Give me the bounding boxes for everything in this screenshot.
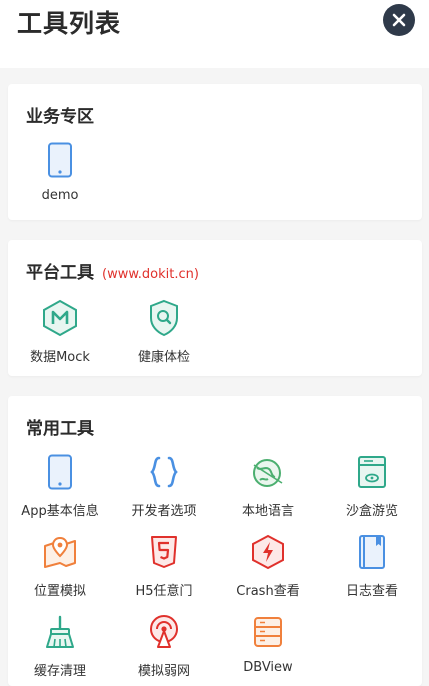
database-icon — [250, 614, 286, 650]
tool-label: Crash查看 — [236, 584, 300, 599]
section-title: 平台工具 (www.dokit.cn) — [26, 258, 199, 283]
tool-label: 日志查看 — [345, 584, 398, 599]
tool-label: 数据Mock — [30, 350, 90, 365]
tool-log-view[interactable]: 日志查看 — [320, 534, 424, 604]
tool-health-check[interactable]: 健康体检 — [112, 299, 216, 370]
crash-icon — [250, 534, 286, 570]
section-common: 常用工具 App基本信息 开发者选项 本地语言 沙盒游览 位置模拟 H5任意门 … — [8, 396, 422, 686]
section-business: 业务专区 demo — [8, 84, 422, 220]
phone-icon — [42, 454, 78, 490]
html5-icon — [146, 534, 182, 570]
tool-location-mock[interactable]: 位置模拟 — [8, 534, 112, 604]
tool-label: 位置模拟 — [33, 584, 86, 599]
section-title-text: 平台工具 — [26, 263, 94, 283]
tool-label: H5任意门 — [135, 584, 193, 599]
health-shield-icon — [146, 299, 182, 337]
tool-demo[interactable]: demo — [8, 142, 112, 212]
tool-local-language[interactable]: 本地语言 — [216, 454, 320, 524]
tool-label: demo — [41, 188, 79, 203]
weak-network-icon — [146, 614, 182, 650]
tool-db-view[interactable]: DBView — [216, 614, 320, 684]
tool-crash-view[interactable]: Crash查看 — [216, 534, 320, 604]
tool-label: App基本信息 — [21, 504, 99, 519]
section-platform: 平台工具 (www.dokit.cn) 数据Mock 健康体检 — [8, 240, 422, 376]
dokit-link[interactable]: (www.dokit.cn) — [102, 267, 199, 282]
phone-icon — [42, 142, 78, 178]
sandbox-icon — [354, 454, 390, 490]
tool-app-info[interactable]: App基本信息 — [8, 454, 112, 524]
mock-hexagon-icon — [42, 299, 78, 337]
tool-data-mock[interactable]: 数据Mock — [8, 299, 112, 370]
tool-sandbox[interactable]: 沙盒游览 — [320, 454, 424, 524]
tool-label: 缓存清理 — [33, 664, 86, 679]
map-pin-icon — [42, 534, 78, 570]
log-book-icon — [354, 534, 390, 570]
tool-developer-options[interactable]: 开发者选项 — [112, 454, 216, 524]
section-title: 常用工具 — [26, 419, 94, 439]
code-braces-icon — [146, 454, 182, 490]
page-title: 工具列表 — [17, 9, 122, 38]
close-button[interactable] — [383, 4, 415, 36]
tool-label: 本地语言 — [241, 504, 294, 519]
tool-label: 健康体检 — [137, 350, 190, 365]
tool-h5-door[interactable]: H5任意门 — [112, 534, 216, 604]
tool-cache-clean[interactable]: 缓存清理 — [8, 614, 112, 684]
tool-label: 沙盒游览 — [345, 504, 398, 519]
tool-label: 模拟弱网 — [137, 664, 190, 679]
tool-weak-network[interactable]: 模拟弱网 — [112, 614, 216, 684]
tool-label: DBView — [243, 660, 293, 675]
broom-icon — [42, 614, 78, 650]
globe-icon — [250, 454, 286, 490]
section-title: 业务专区 — [26, 107, 94, 127]
header: 工具列表 — [0, 0, 429, 68]
close-icon — [392, 13, 406, 27]
tool-label: 开发者选项 — [131, 504, 197, 519]
